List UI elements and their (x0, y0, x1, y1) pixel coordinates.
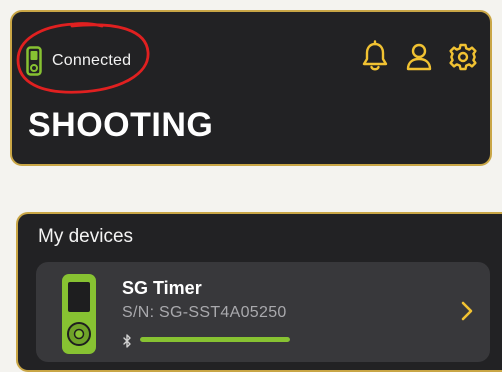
my-devices-card: My devices SG Timer S/N: SG-SST4A05250 (16, 212, 502, 372)
bluetooth-icon (123, 334, 131, 348)
timer-connected-icon (26, 46, 42, 76)
chevron-right-icon[interactable] (460, 300, 474, 322)
battery-fill (140, 337, 290, 342)
header-actions (360, 40, 478, 74)
device-item-sg-timer[interactable]: SG Timer S/N: SG-SST4A05250 (36, 262, 490, 362)
page-title: SHOOTING (28, 106, 214, 144)
connection-status: Connected (26, 46, 131, 76)
timer-device-icon (62, 274, 96, 354)
battery-bar (140, 337, 290, 342)
device-serial: S/N: SG-SST4A05250 (122, 304, 287, 321)
header-card: Connected SHOOTING (10, 10, 492, 166)
section-title: My devices (38, 226, 134, 247)
device-name: SG Timer (122, 278, 202, 298)
gear-icon[interactable] (448, 40, 478, 74)
bell-icon[interactable] (360, 40, 390, 74)
user-icon[interactable] (404, 40, 434, 74)
connection-status-label: Connected (52, 52, 132, 69)
